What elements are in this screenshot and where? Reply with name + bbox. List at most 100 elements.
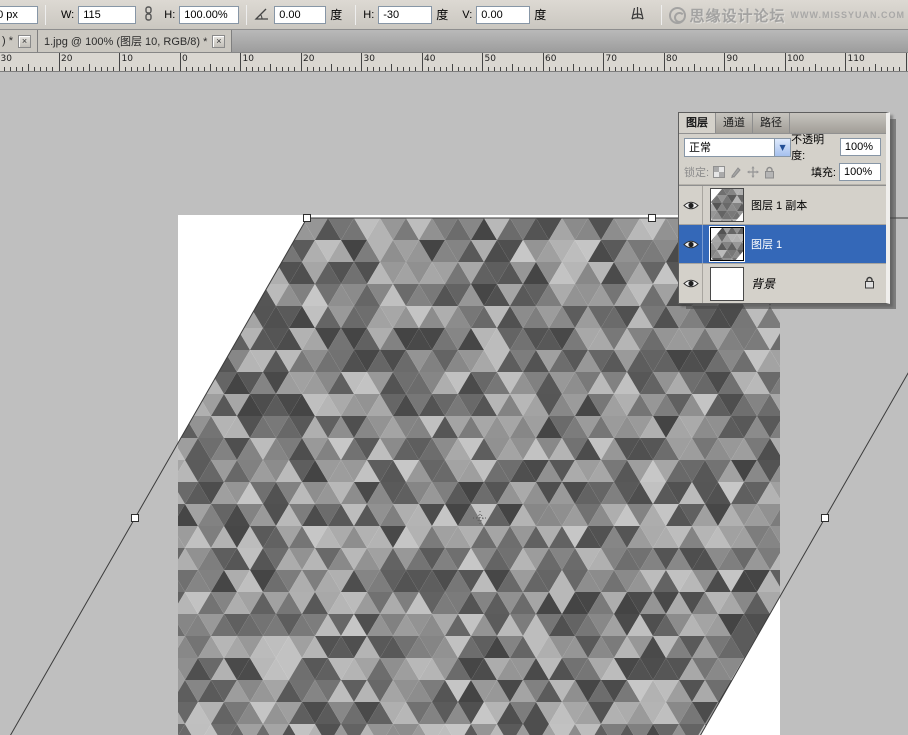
layer-thumbnail[interactable] <box>710 188 744 222</box>
ruler-tick <box>682 67 683 71</box>
ruler-tick <box>446 67 447 71</box>
layer-name[interactable]: 图层 1 副本 <box>751 197 807 213</box>
visibility-toggle[interactable] <box>679 264 703 303</box>
ruler-tick <box>276 67 277 71</box>
ruler-tick <box>476 67 477 71</box>
document-tab-partial[interactable]: ) * × <box>0 30 38 52</box>
ruler-tick <box>724 53 725 71</box>
ruler-tick <box>518 67 519 71</box>
divider <box>355 5 356 25</box>
ruler-tick <box>46 67 47 71</box>
transform-handle[interactable] <box>822 515 829 522</box>
warp-mode-icon[interactable] <box>629 6 646 24</box>
lock-icons <box>713 166 775 179</box>
ruler-tick <box>361 53 362 71</box>
ruler-tick <box>591 67 592 71</box>
ruler-tick <box>113 67 114 71</box>
ruler-number: 20 <box>61 54 72 64</box>
ruler-tick <box>10 67 11 71</box>
ruler-number: 100 <box>787 54 804 64</box>
ruler-tick <box>83 67 84 71</box>
ruler-tick <box>294 67 295 71</box>
options-bar-right: 思缘设计论坛 WWW.MISSYUAN.COM <box>629 0 905 30</box>
ruler-tick <box>561 67 562 71</box>
width-label: W: <box>61 9 74 21</box>
ruler-tick <box>264 67 265 71</box>
ruler-tick <box>331 64 332 71</box>
ruler-tick <box>899 67 900 71</box>
lock-all-icon[interactable] <box>764 166 775 179</box>
ruler-tick <box>222 67 223 71</box>
ruler-tick <box>434 67 435 71</box>
visibility-toggle[interactable] <box>679 225 703 263</box>
ruler-tick <box>107 67 108 71</box>
ruler-number: 110 <box>848 54 865 64</box>
link-dimensions-icon[interactable] <box>143 6 154 24</box>
layer-row-background[interactable]: 背景 <box>679 264 886 303</box>
ruler-tick <box>228 67 229 71</box>
layer-name[interactable]: 背景 <box>751 275 775 292</box>
tab-paths[interactable]: 路径 <box>753 113 790 133</box>
opacity-field[interactable]: 100% <box>840 138 881 156</box>
v-skew-label: V: <box>462 9 472 21</box>
transform-handle[interactable] <box>304 215 311 222</box>
rotate-field[interactable]: 0.00 <box>274 6 326 24</box>
ruler-tick <box>549 67 550 71</box>
ruler-tick <box>839 67 840 71</box>
ruler-tick <box>415 67 416 71</box>
ruler-tick <box>52 67 53 71</box>
divider <box>45 5 46 25</box>
close-tab-icon[interactable]: × <box>212 35 225 48</box>
layer-thumbnail[interactable] <box>710 267 744 301</box>
ruler-tick <box>506 67 507 71</box>
layer-row-selected[interactable]: 图层 1 <box>679 225 886 264</box>
transform-handle[interactable] <box>649 215 656 222</box>
ruler-tick <box>240 53 241 71</box>
ruler-tick <box>452 64 453 71</box>
ruler-tick <box>863 67 864 71</box>
ruler-number: 60 <box>545 54 556 64</box>
ruler-number: 0 <box>182 54 188 64</box>
eye-icon <box>683 239 699 250</box>
rotate-angle-icon <box>254 7 270 23</box>
height-field[interactable]: 100.00% <box>179 6 239 24</box>
ruler-tick <box>149 64 150 71</box>
tab-channels[interactable]: 通道 <box>716 113 753 133</box>
transform-handle[interactable] <box>132 515 139 522</box>
layer-row-copy[interactable]: 图层 1 副本 <box>679 186 886 225</box>
layer-name[interactable]: 图层 1 <box>751 236 782 252</box>
layer-thumbnail[interactable] <box>710 227 744 261</box>
x-position-field[interactable]: 00 px <box>0 6 38 24</box>
ruler-tick <box>579 67 580 71</box>
document-tab-active[interactable]: 1.jpg @ 100% (图层 10, RGB/8) * × <box>38 30 232 52</box>
eye-icon <box>683 200 699 211</box>
ruler-tick <box>736 67 737 71</box>
ruler-tick <box>77 67 78 71</box>
v-skew-field[interactable]: 0.00 <box>476 6 530 24</box>
lock-move-icon[interactable] <box>747 166 759 178</box>
tab-label: ) * <box>2 35 13 47</box>
ruler-tick <box>143 67 144 71</box>
tab-layers[interactable]: 图层 <box>679 113 716 133</box>
layers-panel: 图层 通道 路径 正常 不透明度: 100% 锁定: 填充: 100% <box>678 112 890 304</box>
lock-paint-icon[interactable] <box>730 166 742 178</box>
h-skew-field[interactable]: -30 <box>378 6 432 24</box>
lock-transparent-icon[interactable] <box>713 166 725 178</box>
ruler-tick <box>875 64 876 71</box>
ruler-tick <box>355 67 356 71</box>
horizontal-ruler[interactable]: 302010010203040506070809010011012 <box>0 53 908 72</box>
ruler-tick <box>343 67 344 71</box>
ruler-tick <box>785 53 786 71</box>
width-field[interactable]: 115 <box>78 6 136 24</box>
close-tab-icon[interactable]: × <box>18 35 31 48</box>
ruler-tick <box>615 67 616 71</box>
ruler-tick <box>585 67 586 71</box>
watermark-cn-text: 思缘设计论坛 <box>689 5 785 26</box>
visibility-toggle[interactable] <box>679 186 703 224</box>
fill-field[interactable]: 100% <box>839 163 881 181</box>
chevron-down-icon[interactable] <box>774 139 790 156</box>
ruler-tick <box>470 67 471 71</box>
ruler-tick <box>409 67 410 71</box>
blend-mode-select[interactable]: 正常 <box>684 138 791 157</box>
layers-list: 图层 1 副本 图层 1 背景 <box>679 185 886 303</box>
